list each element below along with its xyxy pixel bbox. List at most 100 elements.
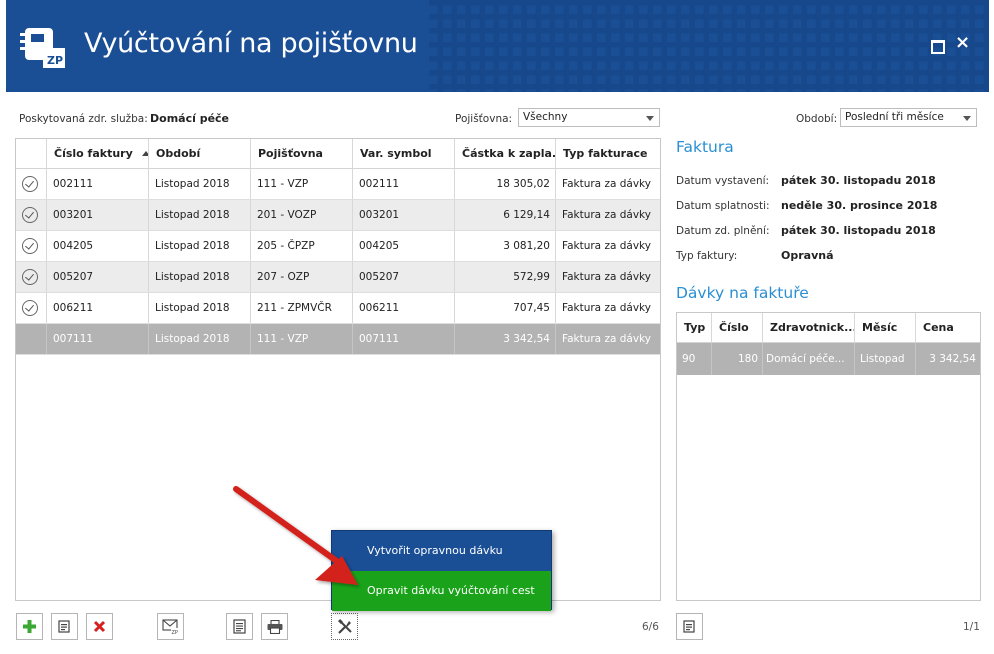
batches-grid: Typ Číslo Zdravotnick... Měsíc Cena 90 1… — [676, 312, 981, 601]
svg-text:ZP: ZP — [172, 630, 178, 635]
window-title: Vyúčtování na pojišťovnu — [84, 28, 418, 59]
check-circle-icon — [22, 269, 38, 285]
table-row[interactable]: 006211 Listopad 2018 211 - ZPMVČR 006211… — [16, 293, 660, 324]
close-icon[interactable]: × — [955, 34, 970, 52]
maximize-icon[interactable] — [929, 38, 945, 54]
header-pattern — [429, 0, 989, 92]
document-button[interactable] — [226, 613, 253, 640]
print-icon — [267, 619, 282, 634]
cell-batch-type: 90 — [677, 343, 712, 375]
cell-type: Faktura za dávky — [562, 178, 651, 190]
row-check-cell[interactable] — [16, 169, 47, 199]
insurer-select-value: Všechny — [523, 111, 568, 123]
app-logo-text: ZP — [47, 54, 63, 67]
check-circle-icon — [22, 207, 38, 223]
row-check-cell[interactable] — [16, 200, 47, 230]
issued-label: Datum vystavení: — [676, 175, 770, 187]
row-check-cell[interactable] — [16, 262, 47, 292]
due-label: Datum splatnosti: — [676, 200, 770, 212]
table-row[interactable]: 002111 Listopad 2018 111 - VZP 002111 18… — [16, 169, 660, 200]
period-select[interactable]: Poslední tři měsíce — [840, 108, 977, 127]
period-label: Období: — [796, 113, 838, 125]
edit-icon — [58, 620, 70, 633]
column-header-type[interactable]: Typ fakturace — [556, 139, 661, 169]
cell-period: Listopad 2018 — [149, 262, 251, 292]
column-header-period[interactable]: Období — [149, 139, 251, 169]
issued-value: pátek 30. listopadu 2018 — [781, 174, 936, 187]
cell-facility: Domácí péče... — [763, 343, 855, 375]
cell-period: Listopad 2018 — [149, 200, 251, 230]
cell-type: Faktura za dávky — [562, 333, 651, 345]
column-header-batch-number[interactable]: Číslo — [712, 313, 763, 343]
cell-number: 002111 — [47, 169, 149, 199]
check-circle-icon — [22, 300, 38, 316]
cell-insurer: 207 - OZP — [251, 262, 353, 292]
row-check-cell[interactable] — [16, 293, 47, 323]
app-logo-icon: ZP — [20, 28, 65, 68]
service-label: Poskytovaná zdr. služba: — [19, 113, 148, 125]
cell-amount: 3 081,20 — [455, 231, 556, 261]
table-row[interactable]: 005207 Listopad 2018 207 - OZP 005207 57… — [16, 262, 660, 293]
edit-icon — [683, 620, 695, 633]
table-row[interactable]: 003201 Listopad 2018 201 - VOZP 003201 6… — [16, 200, 660, 231]
column-header-check[interactable] — [16, 139, 47, 169]
insurer-select[interactable]: Všechny — [518, 108, 660, 127]
invoice-grid-header: Číslo faktury Období Pojišťovna Var. sym… — [16, 139, 660, 169]
cell-amount: 572,99 — [455, 262, 556, 292]
column-header-month[interactable]: Měsíc — [855, 313, 916, 343]
taxable-value: pátek 30. listopadu 2018 — [781, 224, 936, 237]
cell-type: Faktura za dávky — [562, 240, 651, 252]
cell-price: 3 342,54 — [929, 353, 976, 365]
cell-type: Faktura za dávky — [562, 302, 651, 314]
table-row-selected[interactable]: 007111 Listopad 2018 111 - VZP 007111 3 … — [16, 324, 660, 355]
column-header-price[interactable]: Cena — [916, 313, 980, 343]
invoice-section-title: Faktura — [676, 138, 734, 156]
tools-button[interactable] — [331, 613, 358, 640]
add-button[interactable] — [16, 613, 43, 640]
cell-number: 004205 — [47, 231, 149, 261]
menu-item-create-correction-batch[interactable]: Vytvořit opravnou dávku — [332, 531, 551, 571]
batch-detail-button[interactable] — [676, 613, 703, 640]
tools-icon — [337, 618, 352, 634]
delete-icon — [93, 620, 106, 633]
cell-month: Listopad — [855, 343, 916, 375]
batch-row-selected[interactable]: 90 180 Domácí péče... Listopad 3 342,54 — [677, 343, 980, 375]
column-header-number[interactable]: Číslo faktury — [47, 139, 149, 169]
taxable-label: Datum zd. plnění: — [676, 225, 770, 237]
check-circle-icon — [22, 238, 38, 254]
menu-item-fix-travel-batch[interactable]: Opravit dávku vyúčtování cest — [332, 571, 551, 611]
chevron-down-icon — [963, 116, 971, 121]
document-icon — [233, 619, 246, 634]
invoice-type-label: Typ faktury: — [676, 250, 738, 262]
chevron-down-icon — [646, 116, 654, 121]
column-header-facility[interactable]: Zdravotnick... — [763, 313, 855, 343]
tools-context-menu: Vytvořit opravnou dávku Opravit dávku vy… — [331, 530, 552, 611]
row-check-cell[interactable] — [16, 231, 47, 261]
column-header-amount[interactable]: Částka k zapla... — [455, 139, 556, 169]
edit-button[interactable] — [51, 613, 78, 640]
cell-amount: 6 129,14 — [455, 200, 556, 230]
cell-var-symbol: 004205 — [353, 231, 455, 261]
column-header-batch-type[interactable]: Typ — [677, 313, 712, 343]
due-value: neděle 30. prosince 2018 — [781, 199, 938, 212]
title-bar: ZP Vyúčtování na pojišťovnu × — [6, 0, 989, 92]
delete-button[interactable] — [86, 613, 113, 640]
send-zp-icon: ZP — [162, 619, 179, 635]
cell-type: Faktura za dávky — [562, 271, 651, 283]
batches-section-title: Dávky na faktuře — [676, 284, 809, 302]
batch-pager: 1/1 — [963, 621, 980, 633]
cell-number: 003201 — [47, 200, 149, 230]
invoice-type-value: Opravná — [781, 249, 834, 262]
send-to-insurer-button[interactable]: ZP — [157, 613, 184, 640]
column-header-insurer[interactable]: Pojišťovna — [251, 139, 353, 169]
print-button[interactable] — [261, 613, 288, 640]
cell-insurer: 111 - VZP — [251, 169, 353, 199]
column-header-var-symbol[interactable]: Var. symbol — [353, 139, 455, 169]
cell-type: Faktura za dávky — [562, 209, 651, 221]
service-value: Domácí péče — [150, 112, 230, 125]
cell-insurer: 201 - VOZP — [251, 200, 353, 230]
cell-insurer: 111 - VZP — [251, 324, 353, 354]
invoice-pager: 6/6 — [642, 621, 659, 633]
table-row[interactable]: 004205 Listopad 2018 205 - ČPZP 004205 3… — [16, 231, 660, 262]
row-check-cell[interactable] — [16, 324, 47, 354]
